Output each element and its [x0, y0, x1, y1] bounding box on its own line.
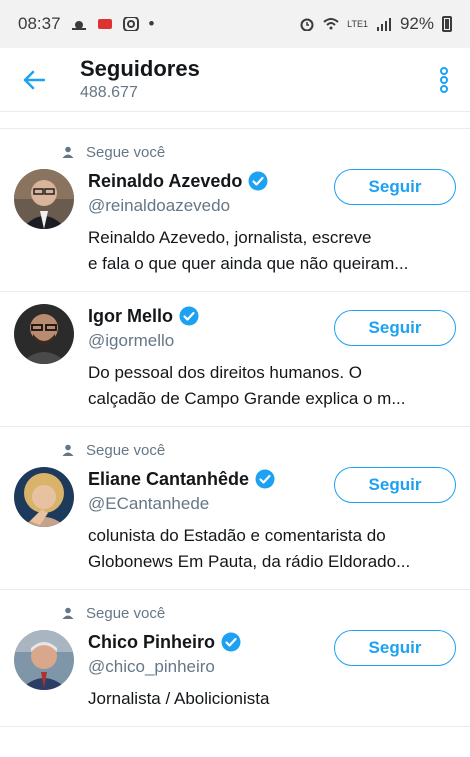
signal-icon	[376, 18, 391, 31]
network-label: LTE1	[347, 18, 368, 29]
list-item[interactable]: Igor Mello @igormello Do pessoal dos dir…	[0, 292, 470, 427]
user-name[interactable]: Eliane Cantanhêde	[88, 469, 249, 490]
user-bio-line-2: calçadão de Campo Grande explica o m...	[88, 389, 406, 408]
followers-list: Segue você Reinaldo Azevedo @reinaldoaze…	[0, 129, 470, 727]
user-bio-line-2: Globonews Em Pauta, da rádio Eldorado...	[88, 552, 411, 571]
app-notification-icon	[97, 19, 112, 29]
user-name[interactable]: Igor Mello	[88, 306, 173, 327]
user-name[interactable]: Chico Pinheiro	[88, 632, 215, 653]
alarm-icon	[300, 18, 314, 31]
follows-you-label: Segue você	[86, 604, 166, 622]
list-item[interactable]: Segue você Reinaldo Azevedo @reinaldoaze…	[0, 129, 470, 292]
follows-you-indicator: Segue você	[62, 141, 456, 163]
list-item[interactable]: Segue você Eliane Cantanhêde @ECantanhed…	[0, 427, 470, 590]
avatar[interactable]	[14, 630, 74, 690]
weather-icon	[71, 21, 86, 30]
follows-you-indicator: Segue você	[62, 439, 456, 461]
verified-badge-icon	[255, 469, 275, 489]
follows-you-label: Segue você	[86, 143, 166, 161]
app-header: Seguidores 488.677	[0, 48, 470, 112]
follows-you-indicator: Segue você	[62, 602, 456, 624]
user-bio-line-1: Reinaldo Azevedo, jornalista, escreve	[88, 228, 372, 247]
list-item[interactable]: Segue você Chico Pinheiro @chico_pinheir…	[0, 590, 470, 727]
avatar[interactable]	[14, 304, 74, 364]
more-vertical-icon	[440, 66, 448, 93]
back-button[interactable]	[20, 66, 48, 94]
avatar[interactable]	[14, 169, 74, 229]
status-time: 08:37	[18, 14, 61, 33]
person-icon	[62, 607, 74, 619]
more-notifications-dot: •	[148, 14, 155, 33]
battery-percent: 92%	[399, 14, 434, 33]
user-bio-line-1: colunista do Estadão e comentarista do	[88, 526, 386, 545]
list-top-divider	[0, 112, 470, 129]
verified-badge-icon	[221, 632, 241, 652]
verified-badge-icon	[179, 306, 199, 326]
battery-icon	[442, 16, 452, 32]
person-icon	[62, 146, 74, 158]
user-bio-line-1: Jornalista / Abolicionista	[88, 689, 270, 708]
instagram-icon	[122, 17, 139, 31]
person-icon	[62, 444, 74, 456]
user-name[interactable]: Reinaldo Azevedo	[88, 171, 242, 192]
follow-button[interactable]: Seguir	[334, 467, 456, 503]
page-title: Seguidores	[80, 55, 200, 81]
avatar[interactable]	[14, 467, 74, 527]
wifi-icon	[323, 18, 339, 30]
followers-count: 488.677	[80, 83, 138, 101]
user-bio-line-2: e fala o que quer ainda que não queiram.…	[88, 254, 409, 273]
follow-button[interactable]: Seguir	[334, 310, 456, 346]
verified-badge-icon	[248, 171, 268, 191]
header-title-block: Seguidores 488.677	[80, 56, 200, 104]
user-bio-line-1: Do pessoal dos direitos humanos. O	[88, 363, 363, 382]
back-arrow-icon	[23, 70, 45, 89]
follow-button[interactable]: Seguir	[334, 169, 456, 205]
status-bar: 08:37 • LTE1 92%	[0, 0, 470, 48]
follow-button[interactable]: Seguir	[334, 630, 456, 666]
overflow-menu-button[interactable]	[432, 62, 456, 98]
follows-you-label: Segue você	[86, 441, 166, 459]
